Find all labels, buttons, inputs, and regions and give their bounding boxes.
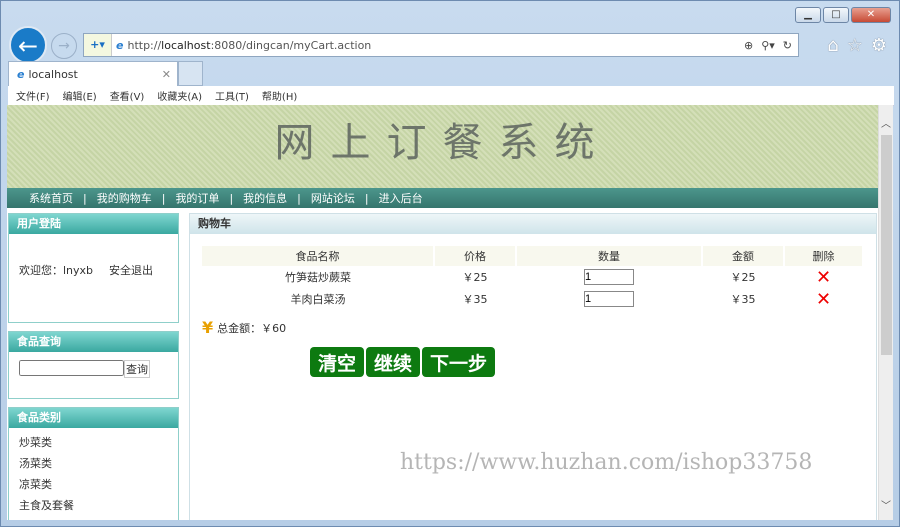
- scroll-thumb[interactable]: [881, 135, 892, 355]
- forward-button[interactable]: →: [51, 33, 77, 59]
- search-input[interactable]: [19, 360, 124, 376]
- ie-icon: e: [116, 38, 124, 52]
- scroll-up-icon[interactable]: ︿: [881, 115, 891, 130]
- close-button[interactable]: ✕: [851, 7, 891, 23]
- search-icon[interactable]: ⚲▾: [761, 39, 775, 52]
- nav-admin[interactable]: 进入后台: [379, 190, 423, 206]
- search-button[interactable]: 查询: [124, 360, 150, 378]
- menu-edit[interactable]: 编辑(E): [63, 88, 97, 103]
- category-item[interactable]: 凉菜类: [19, 474, 168, 495]
- next-step-button[interactable]: 下一步: [422, 347, 496, 377]
- address-bar[interactable]: +▾ e http://localhost:8080/dingcan/myCar…: [83, 33, 799, 57]
- menu-help[interactable]: 帮助(H): [262, 88, 297, 103]
- tab-localhost[interactable]: e localhost ✕: [8, 61, 178, 86]
- logout-link[interactable]: 安全退出: [109, 264, 153, 277]
- site-nav: 系统首页 | 我的购物车 | 我的订单 | 我的信息 | 网站论坛 | 进入后台: [7, 188, 878, 208]
- category-box: 食品类别 炒菜类 汤菜类 凉菜类 主食及套餐: [8, 407, 179, 520]
- cart-total: 总金额：￥60: [217, 321, 287, 335]
- maximize-button[interactable]: □: [823, 7, 849, 23]
- shield-icon[interactable]: +▾: [84, 34, 112, 56]
- table-row: 羊肉白菜汤￥35￥35✕: [202, 288, 863, 310]
- delete-icon[interactable]: ✕: [816, 289, 831, 310]
- yen-icon: ¥: [202, 318, 214, 337]
- delete-icon[interactable]: ✕: [816, 267, 831, 288]
- clear-button[interactable]: 清空: [310, 347, 365, 377]
- site-title: 网上订餐系统: [7, 105, 878, 188]
- quantity-input[interactable]: [584, 269, 634, 285]
- back-button[interactable]: ←: [9, 26, 47, 64]
- minimize-button[interactable]: ▁: [795, 7, 821, 23]
- home-icon[interactable]: ⌂: [827, 35, 838, 56]
- cart-table: 食品名称价格数量金额删除 竹笋菇炒蕨菜￥25￥25✕ 羊肉白菜汤￥35￥35✕: [202, 246, 864, 310]
- category-item[interactable]: 主食及套餐: [19, 495, 168, 516]
- compat-icon[interactable]: ⊕: [744, 39, 753, 52]
- refresh-icon[interactable]: ↻: [783, 39, 792, 52]
- category-item[interactable]: 汤菜类: [19, 453, 168, 474]
- sidebar: 用户登陆 欢迎您：lnyxb 安全退出 食品查询 查询 食品类别 炒菜类 汤菜类 …: [8, 213, 179, 520]
- nav-home[interactable]: 系统首页: [29, 190, 73, 206]
- gear-icon[interactable]: ⚙: [871, 35, 887, 56]
- menu-bar: 文件(F) 编辑(E) 查看(V) 收藏夹(A) 工具(T) 帮助(H): [8, 86, 894, 106]
- menu-favorites[interactable]: 收藏夹(A): [157, 88, 202, 103]
- close-tab-icon[interactable]: ✕: [162, 68, 171, 81]
- login-title: 用户登陆: [9, 214, 178, 234]
- login-box: 用户登陆 欢迎您：lnyxb 安全退出: [8, 213, 179, 323]
- category-title: 食品类别: [9, 408, 178, 428]
- category-item[interactable]: 炒菜类: [19, 432, 168, 453]
- cart-title: 购物车: [190, 214, 876, 234]
- nav-orders[interactable]: 我的订单: [175, 190, 219, 206]
- username: lnyxb: [63, 264, 94, 277]
- nav-forum[interactable]: 网站论坛: [311, 190, 355, 206]
- scroll-down-icon[interactable]: ﹀: [881, 497, 891, 512]
- menu-tools[interactable]: 工具(T): [215, 88, 249, 103]
- menu-view[interactable]: 查看(V): [110, 88, 145, 103]
- continue-button[interactable]: 继续: [366, 347, 421, 377]
- scrollbar[interactable]: ︿ ﹀: [878, 105, 893, 520]
- favorites-icon[interactable]: ☆: [847, 35, 863, 56]
- watermark: https://www.huzhan.com/ishop33758: [400, 450, 813, 475]
- quantity-input[interactable]: [584, 291, 634, 307]
- search-box: 食品查询 查询: [8, 331, 179, 399]
- nav-info[interactable]: 我的信息: [243, 190, 287, 206]
- menu-file[interactable]: 文件(F): [16, 88, 50, 103]
- nav-cart[interactable]: 我的购物车: [97, 190, 152, 206]
- ie-icon: e: [17, 67, 25, 81]
- search-title: 食品查询: [9, 332, 178, 352]
- table-row: 竹笋菇炒蕨菜￥25￥25✕: [202, 266, 863, 288]
- new-tab-button[interactable]: [178, 61, 203, 86]
